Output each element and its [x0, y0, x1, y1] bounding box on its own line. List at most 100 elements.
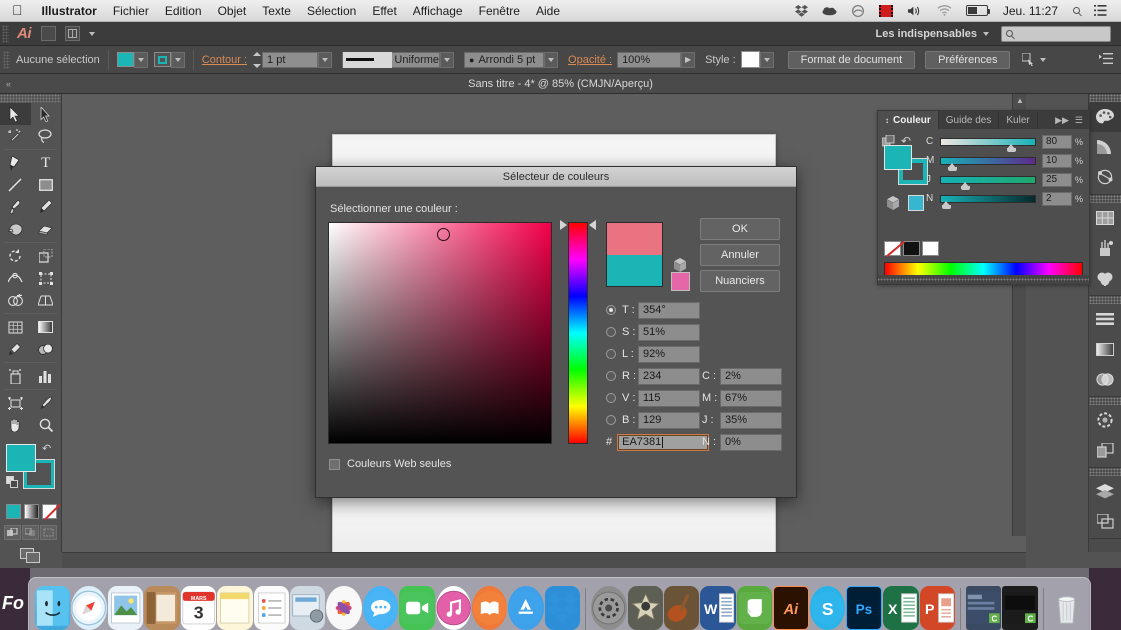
dock-item-finder[interactable]: [35, 586, 71, 630]
swap-fill-stroke-icon[interactable]: ↶: [42, 442, 51, 455]
draw-inside-button[interactable]: [40, 525, 57, 540]
canvas-horizontal-scrollbar[interactable]: [62, 552, 1026, 568]
dock-item-dropbox[interactable]: [544, 586, 581, 630]
dock-group-handle[interactable]: [1089, 397, 1121, 405]
slider-value-m[interactable]: 10: [1042, 153, 1072, 168]
rotate-tool[interactable]: [0, 245, 31, 267]
menu-item-selection[interactable]: Sélection: [299, 0, 364, 22]
document-setup-button[interactable]: Format de document: [787, 50, 916, 69]
stroke-weight-dropdown[interactable]: [318, 51, 333, 68]
cancel-button[interactable]: Annuler: [700, 244, 780, 266]
magic-wand-tool[interactable]: [0, 125, 31, 147]
black-swatch[interactable]: [903, 241, 920, 256]
scale-tool[interactable]: [31, 245, 62, 267]
input-brightness[interactable]: 92%: [638, 345, 700, 363]
dock-item-finder-window-1[interactable]: C: [965, 586, 1002, 630]
control-bar-menu-icon[interactable]: [1099, 52, 1121, 67]
dock-group-handle[interactable]: [1089, 195, 1121, 203]
arrange-chevron-down-icon[interactable]: [89, 31, 95, 36]
dock-group-handle[interactable]: [1089, 296, 1121, 304]
dock-item-preview[interactable]: [107, 586, 144, 630]
creative-cloud-icon[interactable]: [845, 4, 871, 17]
fill-color-swatch[interactable]: [116, 52, 134, 67]
paintbrush-tool[interactable]: [0, 196, 31, 218]
wifi-icon[interactable]: [931, 5, 958, 16]
column-graph-tool[interactable]: [31, 365, 62, 387]
mesh-tool[interactable]: [0, 316, 31, 338]
opacity-input[interactable]: 100%: [617, 51, 682, 68]
graphic-style-dropdown[interactable]: [759, 51, 774, 68]
radio-brightness[interactable]: [606, 349, 616, 359]
original-color-swatch[interactable]: [607, 254, 662, 286]
brushes-panel-icon[interactable]: [1089, 233, 1121, 263]
preferences-button[interactable]: Préférences: [925, 50, 1011, 69]
color-preview-swatch[interactable]: [606, 222, 663, 287]
bridge-icon[interactable]: [41, 26, 56, 41]
slider-track-m[interactable]: [940, 156, 1036, 171]
web-colors-only-checkbox[interactable]: [329, 458, 340, 470]
menu-item-fenetre[interactable]: Fenêtre: [471, 0, 528, 22]
input-magenta[interactable]: 67%: [720, 389, 782, 407]
arrange-documents-icon[interactable]: [65, 26, 80, 41]
dialog-title-bar[interactable]: Sélecteur de couleurs: [316, 167, 796, 187]
brush-definition-select[interactable]: ● Arrondi 5 pt: [464, 51, 545, 68]
slice-tool[interactable]: [31, 392, 62, 414]
brush-definition-dropdown[interactable]: [544, 51, 559, 68]
dock-item-photos[interactable]: [326, 586, 362, 630]
dock-item-contacts[interactable]: [144, 586, 180, 630]
lasso-tool[interactable]: [31, 125, 62, 147]
menu-item-edition[interactable]: Edition: [157, 0, 210, 22]
input-yellow[interactable]: 35%: [720, 411, 782, 429]
dock-item-messages[interactable]: [362, 586, 399, 630]
symbols-panel-icon[interactable]: [1089, 263, 1121, 293]
web-colors-only-row[interactable]: Couleurs Web seules: [329, 458, 451, 470]
collapse-chevron-icon[interactable]: «: [6, 79, 11, 89]
control-bar-grip[interactable]: [3, 50, 10, 69]
input-black[interactable]: 0%: [720, 433, 782, 451]
stroke-panel-icon[interactable]: [1089, 405, 1121, 435]
input-blue[interactable]: 129: [638, 411, 700, 429]
scroll-up-arrow-icon[interactable]: ▲: [1013, 94, 1026, 107]
color-guide-icon[interactable]: [1089, 132, 1121, 162]
radio-saturation[interactable]: [606, 327, 616, 337]
slider-thumb-c[interactable]: [1006, 143, 1016, 152]
rectangle-tool[interactable]: [31, 174, 62, 196]
opacity-dropdown[interactable]: ▶: [681, 51, 696, 68]
slider-thumb-j[interactable]: [960, 181, 970, 190]
dock-item-system-preferences-alt[interactable]: [289, 586, 326, 630]
draw-normal-button[interactable]: [4, 525, 21, 540]
dock-item-system-preferences[interactable]: [591, 586, 627, 630]
select-similar-objects-button[interactable]: [1022, 53, 1047, 66]
dropbox-icon[interactable]: [789, 4, 814, 17]
dock-item-finder-window-2[interactable]: C: [1002, 586, 1038, 630]
layers-panel-icon[interactable]: [1089, 476, 1121, 506]
document-title[interactable]: Sans titre - 4* @ 85% (CMJN/Aperçu): [468, 78, 653, 90]
hue-slider-marker-left[interactable]: [560, 220, 567, 230]
dock-item-ibooks[interactable]: [472, 586, 508, 630]
menu-bar-clock[interactable]: Jeu. 11:27: [996, 4, 1065, 18]
dock-item-skype[interactable]: S: [810, 586, 846, 630]
volume-icon[interactable]: [901, 5, 929, 17]
dock-item-calendar[interactable]: MARS 3: [180, 586, 217, 630]
input-green[interactable]: 115: [638, 389, 700, 407]
dock-item-evernote[interactable]: [736, 586, 773, 630]
dock-item-photoshop[interactable]: Ps: [846, 586, 883, 630]
menu-item-aide[interactable]: Aide: [528, 0, 568, 22]
workspace-chevron-down-icon[interactable]: [983, 31, 989, 36]
input-cyan[interactable]: 2%: [720, 367, 782, 385]
slider-track-n[interactable]: [940, 194, 1036, 209]
perspective-grid-tool[interactable]: [31, 289, 62, 311]
dock-item-facetime[interactable]: [399, 586, 435, 630]
fill-color-dropdown[interactable]: [133, 51, 148, 68]
dock-item-word[interactable]: W: [700, 586, 736, 630]
radio-blue[interactable]: [606, 415, 616, 425]
blob-brush-tool[interactable]: [0, 218, 31, 240]
stroke-color-dropdown[interactable]: [170, 51, 185, 68]
zoom-tool[interactable]: [31, 414, 62, 436]
eraser-tool[interactable]: [31, 218, 62, 240]
input-red[interactable]: 234: [638, 367, 700, 385]
dock-item-notes[interactable]: [217, 586, 253, 630]
panel-fill-box[interactable]: [884, 145, 912, 170]
width-tool[interactable]: [0, 267, 31, 289]
artboards-panel-icon[interactable]: [1089, 506, 1121, 536]
